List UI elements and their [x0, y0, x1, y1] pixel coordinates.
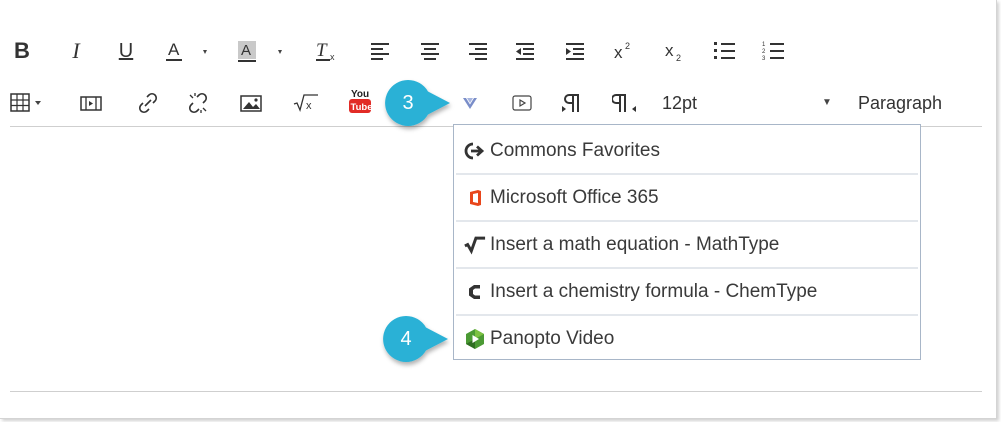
indent-button[interactable] — [563, 36, 587, 66]
svg-text:2: 2 — [676, 53, 681, 62]
remove-link-button[interactable] — [185, 88, 211, 118]
media-button[interactable] — [509, 88, 535, 118]
youtube-logo-bottom-text: Tube — [351, 102, 373, 113]
panopto-icon — [464, 328, 486, 350]
text-color-button[interactable]: A — [165, 36, 209, 66]
svg-text:x: x — [665, 41, 674, 60]
film-icon — [80, 96, 102, 111]
menu-item-microsoft-office-365[interactable]: Microsoft Office 365 — [454, 175, 920, 221]
align-center-icon — [421, 43, 439, 60]
square-root-icon: x — [293, 94, 318, 112]
lti-tools-dropdown-menu: Commons Favorites Microsoft Office 365 I… — [453, 124, 921, 360]
unlink-icon — [188, 92, 208, 114]
step-4-number: 4 — [400, 327, 412, 350]
svg-text:1: 1 — [762, 42, 766, 48]
table-button[interactable] — [10, 88, 50, 118]
menu-item-label: Microsoft Office 365 — [490, 187, 659, 208]
outdent-button[interactable] — [513, 36, 537, 66]
italic-button[interactable]: I — [64, 36, 88, 66]
block-format-value: Paragraph — [858, 92, 943, 113]
block-format-select[interactable]: Paragraph — [858, 88, 968, 118]
superscript-icon: x 2 — [614, 41, 630, 62]
youtube-logo-top-text: You — [351, 89, 369, 100]
table-icon — [10, 93, 41, 112]
youtube-icon: You Tube — [349, 89, 373, 113]
insert-link-button[interactable] — [135, 88, 161, 118]
commons-favorites-icon — [464, 140, 486, 162]
menu-item-label: Insert a math equation - MathType — [490, 234, 780, 255]
rtl-direction-button[interactable] — [612, 88, 640, 118]
embed-media-button[interactable] — [79, 88, 103, 118]
align-left-button[interactable] — [368, 36, 392, 66]
svg-text:2: 2 — [625, 41, 630, 51]
step-4-callout: 4 — [381, 314, 448, 364]
bullet-list-icon — [714, 42, 735, 59]
step-3-callout: 3 — [383, 78, 450, 128]
indent-icon — [566, 43, 584, 60]
svg-text:3: 3 — [762, 56, 766, 62]
insert-image-button[interactable] — [238, 88, 264, 118]
youtube-button[interactable]: You Tube — [347, 86, 373, 116]
align-left-icon — [371, 43, 389, 60]
font-size-value: 12pt — [662, 92, 698, 113]
menu-item-mathtype[interactable]: Insert a math equation - MathType — [454, 222, 920, 268]
menu-item-panopto-video[interactable]: Panopto Video — [454, 316, 920, 362]
editor-status-divider — [10, 391, 982, 392]
svg-text:A: A — [168, 40, 180, 59]
text-color-icon: A — [166, 40, 207, 61]
align-right-icon — [469, 43, 487, 60]
ltr-direction-button[interactable] — [560, 88, 586, 118]
underline-button[interactable]: U — [114, 36, 138, 66]
menu-item-label: Insert a chemistry formula - ChemType — [490, 281, 818, 302]
link-icon — [138, 92, 158, 114]
svg-text:x: x — [614, 43, 623, 62]
clear-formatting-button[interactable]: T x — [314, 36, 340, 66]
mathtype-icon — [464, 234, 486, 256]
step-3-number: 3 — [402, 91, 414, 114]
font-size-select[interactable]: 12pt ▼ — [662, 88, 842, 118]
numbered-list-button[interactable]: 1 2 3 — [761, 36, 787, 66]
background-color-icon: A — [238, 41, 282, 62]
svg-text:x: x — [330, 52, 335, 62]
chevron-down-icon — [463, 98, 477, 109]
menu-item-chemtype[interactable]: Insert a chemistry formula - ChemType — [454, 269, 920, 315]
chemtype-icon — [464, 281, 486, 303]
menu-item-label: Panopto Video — [490, 328, 615, 349]
subscript-icon: x 2 — [665, 41, 681, 62]
paragraph-ltr-icon — [562, 94, 579, 112]
office-365-icon — [464, 187, 486, 209]
menu-item-commons-favorites[interactable]: Commons Favorites — [454, 128, 920, 174]
bold-button[interactable]: B — [10, 36, 34, 66]
svg-text:A: A — [241, 42, 251, 59]
outdent-icon — [516, 43, 534, 60]
menu-item-label: Commons Favorites — [490, 140, 660, 161]
font-size-dropdown-icon: ▼ — [822, 97, 832, 108]
clear-formatting-icon: T x — [316, 40, 335, 62]
bullet-list-button[interactable] — [712, 36, 738, 66]
insert-math-button[interactable]: x — [292, 88, 320, 118]
background-color-button[interactable]: A — [238, 36, 284, 66]
svg-text:T: T — [316, 40, 328, 61]
align-right-button[interactable] — [466, 36, 490, 66]
align-center-button[interactable] — [418, 36, 442, 66]
play-icon — [512, 95, 532, 111]
lti-apps-button[interactable] — [456, 88, 484, 118]
image-icon — [240, 95, 262, 112]
paragraph-rtl-icon — [612, 94, 636, 112]
svg-text:x: x — [306, 100, 312, 112]
numbered-list-icon: 1 2 3 — [762, 42, 784, 62]
subscript-button[interactable]: x 2 — [663, 36, 687, 66]
svg-text:2: 2 — [762, 49, 766, 55]
superscript-button[interactable]: x 2 — [612, 36, 636, 66]
